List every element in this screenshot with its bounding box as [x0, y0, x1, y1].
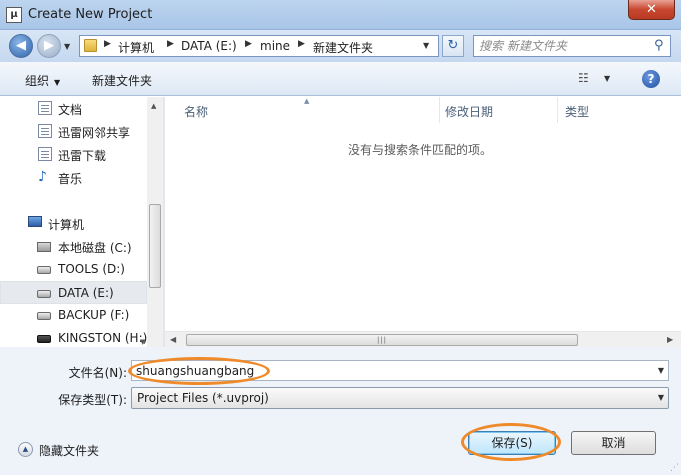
breadcrumb-separator[interactable]: ▶ [167, 39, 174, 49]
drive-icon [37, 290, 51, 298]
sidebar-item-tools-d[interactable]: TOOLS (D:) [0, 258, 147, 281]
recent-pages-dropdown[interactable]: ▼ [64, 42, 70, 51]
sidebar-item-label: 文档 [58, 103, 83, 117]
window-title: Create New Project [28, 7, 153, 22]
drive-icon [37, 312, 51, 320]
computer-icon [28, 216, 42, 227]
forward-button[interactable]: ▶ [37, 34, 61, 58]
app-icon: μ [6, 7, 22, 23]
cancel-button[interactable]: 取消 [571, 431, 656, 455]
sidebar-item-data-e[interactable]: DATA (E:) [0, 281, 147, 304]
save-form-panel: 文件名(N): ▼ 保存类型(T): Project Files (*.uvpr… [0, 347, 681, 475]
help-icon[interactable]: ? [642, 70, 660, 88]
document-icon [38, 101, 52, 115]
address-dropdown-arrow[interactable]: ▼ [423, 41, 429, 50]
document-icon [38, 124, 52, 138]
chevron-down-icon: ▼ [54, 78, 61, 87]
new-folder-button[interactable]: 新建文件夹 [92, 72, 152, 89]
scroll-left-arrow[interactable]: ◀ [170, 335, 176, 344]
sidebar-item-label: KINGSTON (H:) [58, 331, 148, 345]
back-button[interactable]: ◀ [9, 34, 33, 58]
address-bar[interactable]: ▶ 计算机 ▶ DATA (E:) ▶ mine ▶ 新建文件夹 ▼ [79, 35, 439, 57]
scroll-up-arrow[interactable]: ▲ [151, 102, 156, 110]
sidebar-item-local-disk-c[interactable]: 本地磁盘 (C:) [0, 235, 147, 258]
breadcrumb-separator[interactable]: ▶ [104, 39, 111, 49]
system-drive-icon [37, 242, 51, 252]
sidebar-scrollbar[interactable]: ▲ [147, 97, 163, 347]
filetype-select[interactable]: Project Files (*.uvproj) ▼ [131, 387, 669, 409]
music-note-icon: ♪ [38, 169, 47, 185]
search-box[interactable]: ⚲ [473, 35, 671, 57]
scroll-right-arrow[interactable]: ▶ [667, 335, 673, 344]
sidebar-item-label: DATA (E:) [58, 286, 114, 300]
filename-label: 文件名(N): [68, 366, 127, 380]
folder-icon [84, 39, 97, 52]
navigation-pane: 文档 迅雷网邻共享 迅雷下载 ♪ 音乐 计算机 本地磁盘 (C:) TOOLS … [0, 97, 163, 347]
sidebar-item-xunlei-share[interactable]: 迅雷网邻共享 [0, 120, 147, 143]
empty-folder-message: 没有与搜索条件匹配的项。 [348, 143, 493, 157]
hide-folders-label: 隐藏文件夹 [39, 444, 100, 458]
filename-input[interactable] [136, 363, 636, 378]
column-header-name[interactable]: 名称 [184, 103, 208, 120]
sidebar-item-kingston-h[interactable]: KINGSTON (H:) [0, 327, 147, 347]
sidebar-item-label: 迅雷网邻共享 [58, 126, 131, 140]
breadcrumb-new-folder[interactable]: 新建文件夹 [313, 39, 373, 56]
breadcrumb-separator[interactable]: ▶ [298, 39, 305, 49]
sidebar-scroll-thumb[interactable] [149, 204, 161, 288]
sidebar-item-label: 本地磁盘 (C:) [58, 241, 132, 255]
sidebar-item-xunlei-download[interactable]: 迅雷下载 [0, 143, 147, 166]
view-dropdown-arrow[interactable]: ▼ [604, 74, 610, 83]
search-icon[interactable]: ⚲ [654, 38, 664, 53]
filename-combobox[interactable]: ▼ [131, 360, 669, 381]
breadcrumb-computer[interactable]: 计算机 [118, 39, 154, 56]
sort-ascending-icon: ▲ [304, 97, 310, 105]
column-header-date-modified[interactable]: 修改日期 [445, 103, 493, 120]
chevron-up-icon: ▲ [18, 442, 33, 457]
close-button[interactable]: ✕ [628, 0, 675, 20]
drive-icon [37, 266, 51, 274]
file-list-horizontal-scrollbar[interactable]: ◀ ||| ▶ [165, 331, 681, 347]
breadcrumb-separator[interactable]: ▶ [245, 39, 252, 49]
sidebar-item-computer[interactable]: 计算机 [0, 212, 147, 235]
column-divider[interactable] [557, 97, 558, 123]
document-icon [38, 147, 52, 161]
sidebar-item-music[interactable]: ♪ 音乐 [0, 166, 147, 189]
file-list[interactable]: ▲ 名称 修改日期 类型 没有与搜索条件匹配的项。 [165, 97, 681, 347]
sidebar-item-label: TOOLS (D:) [58, 262, 125, 276]
breadcrumb-data-drive[interactable]: DATA (E:) [181, 39, 237, 53]
chevron-down-icon[interactable]: ▼ [658, 366, 664, 375]
sidebar-item-label: 计算机 [48, 218, 85, 232]
save-button[interactable]: 保存(S) [468, 431, 556, 455]
filetype-label: 保存类型(T): [58, 393, 127, 407]
sidebar-item-label: 迅雷下载 [58, 149, 107, 163]
filetype-value: Project Files (*.uvproj) [137, 391, 269, 405]
column-header-type[interactable]: 类型 [565, 103, 589, 120]
organize-label: 组织 [25, 74, 50, 88]
usb-drive-icon [37, 335, 51, 343]
sidebar-item-label: BACKUP (F:) [58, 308, 130, 322]
column-divider[interactable] [439, 97, 440, 123]
sidebar-item-backup-f[interactable]: BACKUP (F:) [0, 304, 147, 327]
breadcrumb-mine[interactable]: mine [260, 39, 290, 53]
view-options-icon[interactable]: ☷ [578, 71, 589, 85]
organize-button[interactable]: 组织 ▼ [25, 72, 60, 89]
chevron-down-icon: ▼ [657, 393, 664, 402]
resize-grip[interactable]: ⋰ [670, 463, 679, 473]
title-bar: μ Create New Project ✕ [0, 0, 681, 30]
sidebar-item-label: 音乐 [58, 172, 83, 186]
search-input[interactable] [479, 38, 649, 54]
scroll-down-arrow[interactable]: ▼ [140, 338, 145, 346]
sidebar-item-documents[interactable]: 文档 [0, 97, 147, 120]
horizontal-scroll-thumb[interactable]: ||| [186, 334, 578, 346]
navigation-bar: ◀ ▶ ▼ ▶ 计算机 ▶ DATA (E:) ▶ mine ▶ 新建文件夹 ▼… [0, 30, 681, 62]
command-toolbar: 组织 ▼ 新建文件夹 ☷ ▼ ? [0, 62, 681, 96]
refresh-button[interactable]: ↻ [442, 35, 464, 57]
